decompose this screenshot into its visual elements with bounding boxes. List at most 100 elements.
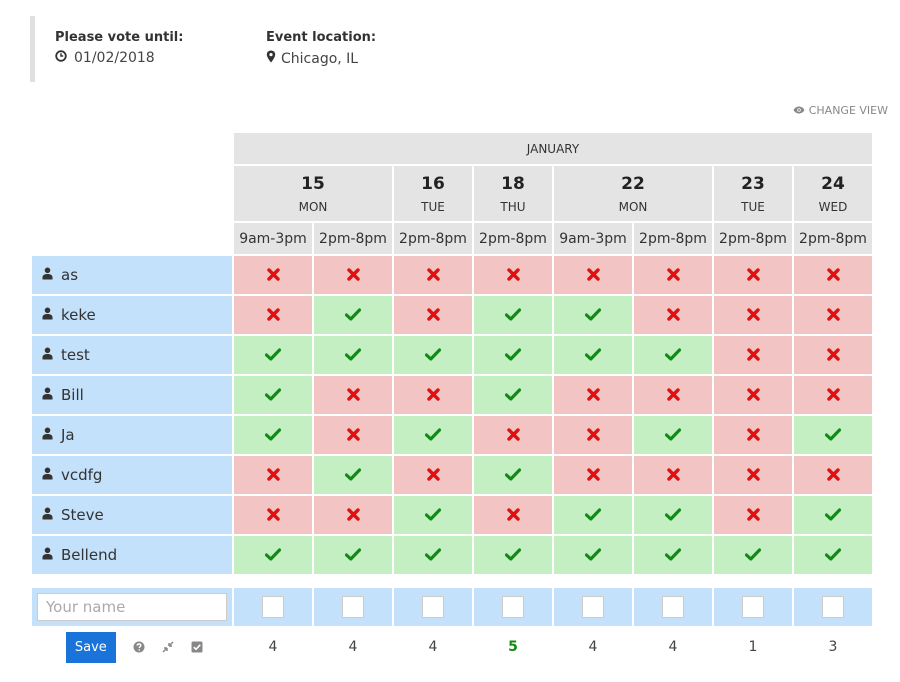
collapse-icon[interactable]: [162, 638, 174, 657]
participant-name: as: [61, 266, 79, 284]
day-header: 15 MON: [234, 166, 392, 221]
day-number: 18: [501, 173, 525, 194]
cross-icon: [826, 386, 840, 405]
check-icon: [584, 306, 602, 325]
name-input-cell: [32, 588, 232, 626]
vote-no-cell: [714, 256, 792, 294]
cross-icon: [746, 506, 760, 525]
vote-yes-cell: [474, 336, 552, 374]
vote-yes-cell: [474, 536, 552, 574]
cross-icon: [346, 506, 360, 525]
time-slot-header: 2pm-8pm: [314, 223, 392, 254]
poll-table: JANUARY 15 MON 16 TUE 18 THU 22 MON 23 TUE 24…: [30, 131, 874, 668]
poll-info-panel: Please vote until: 01/02/2018 Event loca…: [30, 16, 376, 82]
participant-name-cell: Bill: [32, 376, 232, 414]
vote-yes-cell: [394, 536, 472, 574]
vote-total: 1: [748, 639, 758, 655]
vote-total: 3: [828, 639, 838, 655]
check-icon: [584, 546, 602, 565]
vote-yes-cell: [554, 296, 632, 334]
day-number: 15: [301, 173, 325, 194]
check-icon: [504, 546, 522, 565]
check-icon: [344, 306, 362, 325]
vote-yes-cell: [634, 496, 712, 534]
time-slot-header: 2pm-8pm: [474, 223, 552, 254]
user-icon: [42, 306, 53, 324]
your-name-input[interactable]: [37, 593, 227, 621]
day-weekday: MON: [618, 199, 648, 214]
cross-icon: [586, 386, 600, 405]
participant-name: Bill: [61, 386, 84, 404]
participant-row: as: [32, 256, 872, 294]
check-icon: [344, 466, 362, 485]
cross-icon: [426, 306, 440, 325]
change-view-label: CHANGE VIEW: [808, 104, 888, 117]
change-view-link[interactable]: CHANGE VIEW: [793, 104, 888, 117]
vote-yes-cell: [394, 496, 472, 534]
check-icon: [824, 546, 842, 565]
spacer: [32, 576, 872, 586]
day-weekday: WED: [818, 199, 848, 214]
vote-yes-cell: [394, 416, 472, 454]
participant-name: Steve: [61, 506, 104, 524]
participant-name: test: [61, 346, 90, 364]
cross-icon: [666, 306, 680, 325]
check-icon: [424, 546, 442, 565]
vote-yes-cell: [234, 416, 312, 454]
save-button[interactable]: Save: [65, 631, 116, 663]
day-weekday: THU: [500, 199, 526, 214]
user-icon: [42, 426, 53, 444]
vote-checkbox[interactable]: [582, 596, 604, 618]
vote-no-cell: [794, 376, 872, 414]
participant-row: Bellend: [32, 536, 872, 574]
check-icon: [824, 426, 842, 445]
help-icon[interactable]: [133, 638, 145, 657]
vote-total: 4: [588, 639, 598, 655]
cross-icon: [666, 266, 680, 285]
vote-checkbox[interactable]: [422, 596, 444, 618]
user-icon: [42, 386, 53, 404]
check-icon: [264, 426, 282, 445]
vote-checkbox[interactable]: [822, 596, 844, 618]
vote-yes-cell: [234, 336, 312, 374]
cross-icon: [506, 426, 520, 445]
vote-no-cell: [634, 296, 712, 334]
vote-no-cell: [634, 256, 712, 294]
check-icon: [264, 386, 282, 405]
vote-yes-cell: [634, 416, 712, 454]
vote-no-cell: [394, 376, 472, 414]
time-slot-header: 2pm-8pm: [714, 223, 792, 254]
cross-icon: [746, 346, 760, 365]
deadline-block: Please vote until: 01/02/2018: [55, 30, 183, 66]
vote-checkbox[interactable]: [342, 596, 364, 618]
location-value: Chicago, IL: [281, 50, 359, 67]
vote-yes-cell: [314, 456, 392, 494]
actions-cell: Save: [32, 628, 232, 666]
time-slot-header: 2pm-8pm: [394, 223, 472, 254]
check-square-icon[interactable]: [191, 638, 203, 657]
participant-name: Bellend: [61, 546, 118, 564]
check-icon: [584, 346, 602, 365]
vote-yes-cell: [314, 536, 392, 574]
vote-checkbox[interactable]: [742, 596, 764, 618]
check-icon: [584, 506, 602, 525]
check-icon: [344, 546, 362, 565]
vote-no-cell: [234, 496, 312, 534]
vote-checkbox[interactable]: [262, 596, 284, 618]
vote-checkbox[interactable]: [502, 596, 524, 618]
check-icon: [744, 546, 762, 565]
vote-yes-cell: [234, 376, 312, 414]
map-marker-icon: [266, 50, 276, 67]
vote-yes-cell: [474, 296, 552, 334]
vote-checkbox[interactable]: [662, 596, 684, 618]
vote-no-cell: [554, 256, 632, 294]
cross-icon: [826, 466, 840, 485]
cross-icon: [746, 386, 760, 405]
vote-total: 4: [268, 639, 278, 655]
check-icon: [664, 546, 682, 565]
cross-icon: [746, 306, 760, 325]
vote-no-cell: [794, 256, 872, 294]
participant-name-cell: test: [32, 336, 232, 374]
vote-no-cell: [234, 456, 312, 494]
participant-row: Bill: [32, 376, 872, 414]
